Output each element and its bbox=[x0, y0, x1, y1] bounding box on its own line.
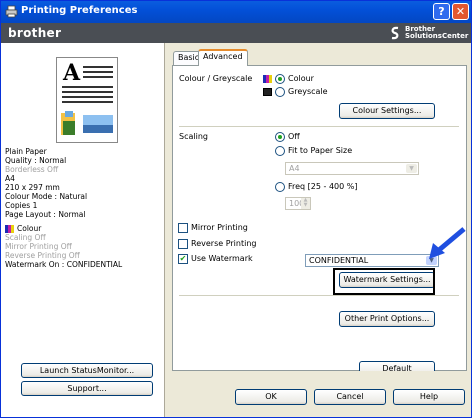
colour-icon bbox=[5, 224, 14, 233]
summary-status-1: Mirror Printing Off bbox=[5, 242, 72, 251]
fit-to-paper-radio[interactable] bbox=[275, 146, 285, 156]
preview-text-line bbox=[83, 71, 113, 73]
watermark-value: CONFIDENTIAL bbox=[309, 256, 369, 265]
other-print-options-button[interactable]: Other Print Options... bbox=[339, 311, 435, 327]
preview-text-line bbox=[83, 66, 113, 68]
launch-statusmonitor-button[interactable]: Launch StatusMonitor... bbox=[21, 363, 153, 378]
section-divider bbox=[179, 126, 459, 127]
summary-line-4: 210 x 297 mm bbox=[5, 183, 60, 192]
summary-line-1: Quality : Normal bbox=[5, 156, 67, 165]
colour-mode-icon bbox=[263, 75, 272, 83]
brand-header: brother Brother SolutionsCenter bbox=[1, 23, 471, 43]
mirror-printing-checkbox[interactable] bbox=[178, 223, 188, 233]
chevron-down-icon: ▼ bbox=[406, 164, 417, 173]
preview-text-line bbox=[62, 91, 113, 93]
scaling-off-radio[interactable] bbox=[275, 132, 285, 142]
colour-greyscale-label: Colour / Greyscale bbox=[179, 74, 253, 83]
summary-status-2: Reverse Printing Off bbox=[5, 251, 80, 260]
freq-radio[interactable] bbox=[275, 182, 285, 192]
preview-text-line bbox=[62, 86, 113, 88]
scaling-off-label: Off bbox=[288, 132, 300, 141]
reverse-printing-label: Reverse Printing bbox=[191, 239, 257, 248]
checkmark-icon: ✔ bbox=[179, 254, 187, 263]
callout-highlight-box bbox=[333, 268, 435, 295]
tab-advanced[interactable]: Advanced bbox=[198, 49, 248, 66]
greyscale-option-label: Greyscale bbox=[288, 87, 328, 96]
stepper-arrows-icon: ▲ ▼ bbox=[301, 198, 310, 209]
summary-line-6: Copies 1 bbox=[5, 201, 38, 210]
summary-colour-label: Colour bbox=[17, 224, 42, 233]
settings-summary: Plain Paper Quality : Normal Borderless … bbox=[5, 147, 161, 269]
printing-preferences-window: Printing Preferences ? ✕ brother Brother… bbox=[0, 0, 472, 418]
mirror-printing-label: Mirror Printing bbox=[191, 223, 248, 232]
page-preview: A bbox=[56, 57, 118, 143]
preview-text-line bbox=[83, 76, 113, 78]
preview-text-line bbox=[62, 101, 113, 103]
greyscale-mode-icon bbox=[263, 88, 272, 96]
preview-text-line bbox=[62, 96, 113, 98]
close-icon: ✕ bbox=[455, 5, 466, 18]
paper-size-value: A4 bbox=[289, 164, 300, 173]
settings-summary-pane: A Plain Paper Quality : Normal Borderles… bbox=[1, 43, 165, 417]
fit-to-paper-label: Fit to Paper Size bbox=[288, 146, 353, 155]
solutions-center-link[interactable]: Brother SolutionsCenter bbox=[389, 25, 469, 41]
freq-stepper[interactable]: 100 ▲ ▼ bbox=[285, 197, 311, 210]
summary-line-3: A4 bbox=[5, 174, 15, 183]
summary-line-0: Plain Paper bbox=[5, 147, 47, 156]
printer-icon bbox=[5, 5, 18, 18]
preview-letter-glyph: A bbox=[63, 60, 81, 86]
watermark-dropdown[interactable]: CONFIDENTIAL ▼ bbox=[305, 254, 439, 267]
section-divider bbox=[179, 295, 459, 296]
ok-button[interactable]: OK bbox=[235, 389, 307, 405]
cancel-button[interactable]: Cancel bbox=[314, 389, 386, 405]
help-button[interactable]: Help bbox=[393, 389, 465, 405]
colour-settings-button[interactable]: Colour Settings... bbox=[339, 103, 435, 119]
scaling-label: Scaling bbox=[179, 132, 208, 141]
advanced-panel: Colour / Greyscale Colour Greyscale Colo… bbox=[172, 65, 467, 377]
question-icon: ? bbox=[438, 5, 445, 18]
window-title: Printing Preferences bbox=[21, 5, 138, 16]
colour-radio[interactable] bbox=[275, 74, 285, 84]
paper-size-dropdown[interactable]: A4 ▼ bbox=[285, 162, 419, 175]
summary-status-0: Scaling Off bbox=[5, 233, 46, 242]
reverse-printing-checkbox[interactable] bbox=[178, 239, 188, 249]
help-title-button[interactable]: ? bbox=[433, 3, 450, 20]
summary-line-5: Colour Mode : Natural bbox=[5, 192, 88, 201]
solutions-center-line2: SolutionsCenter bbox=[405, 32, 469, 40]
freq-label: Freq [25 - 400 %] bbox=[288, 182, 358, 191]
use-watermark-label: Use Watermark bbox=[191, 254, 253, 263]
greyscale-radio[interactable] bbox=[275, 87, 285, 97]
summary-colour-row: Colour bbox=[5, 224, 161, 233]
preview-image-icon bbox=[61, 111, 113, 135]
summary-status-3: Watermark On : CONFIDENTIAL bbox=[5, 260, 123, 269]
support-button[interactable]: Support... bbox=[21, 381, 153, 396]
summary-line-7: Page Layout : Normal bbox=[5, 210, 86, 219]
brother-logo: brother bbox=[8, 26, 62, 40]
callout-arrow-icon bbox=[429, 227, 466, 259]
colour-option-label: Colour bbox=[288, 74, 314, 83]
solutions-center-icon bbox=[391, 26, 399, 40]
use-watermark-checkbox[interactable]: ✔ bbox=[178, 254, 188, 264]
close-button[interactable]: ✕ bbox=[452, 3, 469, 20]
summary-line-2: Borderless Off bbox=[5, 165, 59, 174]
title-bar[interactable]: Printing Preferences ? ✕ bbox=[1, 1, 471, 23]
